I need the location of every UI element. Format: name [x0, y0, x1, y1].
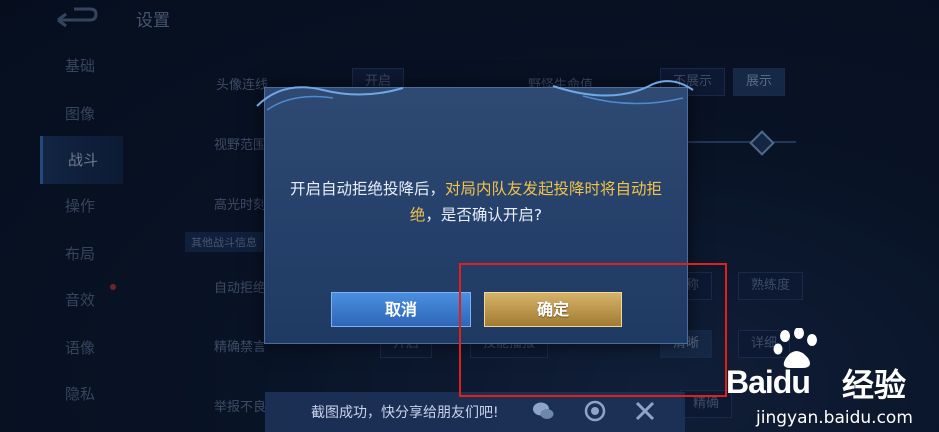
baidu-jingyan-watermark: Baidu 经验 jingyan.baidu.com — [726, 326, 936, 430]
watermark-brand-text: Bai — [726, 364, 774, 400]
close-icon[interactable] — [634, 400, 656, 422]
share-bar: 截图成功，快分享给朋友们吧! — [265, 392, 685, 432]
wechat-icon[interactable] — [532, 400, 554, 422]
dialog-ornament-icon — [256, 80, 694, 111]
watermark-brand-suffix: du — [772, 364, 811, 400]
dialog-message: 开启自动拒绝投降后，对局内队友发起投降时将自动拒绝，是否确认开启? — [275, 176, 677, 228]
annotation-highlight-box — [459, 263, 727, 397]
message-text: 开启自动拒绝投降后， — [289, 180, 445, 198]
share-text: 截图成功，快分享给朋友们吧! — [311, 405, 499, 421]
watermark-cn: 经验 — [842, 366, 907, 404]
watermark-brand: Baidu — [726, 364, 811, 401]
cancel-button[interactable]: 取消 — [331, 292, 471, 327]
watermark-url: jingyan.baidu.com — [756, 408, 913, 428]
camera-icon[interactable] — [584, 400, 606, 422]
message-text-2: ，是否确认开启? — [425, 206, 543, 224]
